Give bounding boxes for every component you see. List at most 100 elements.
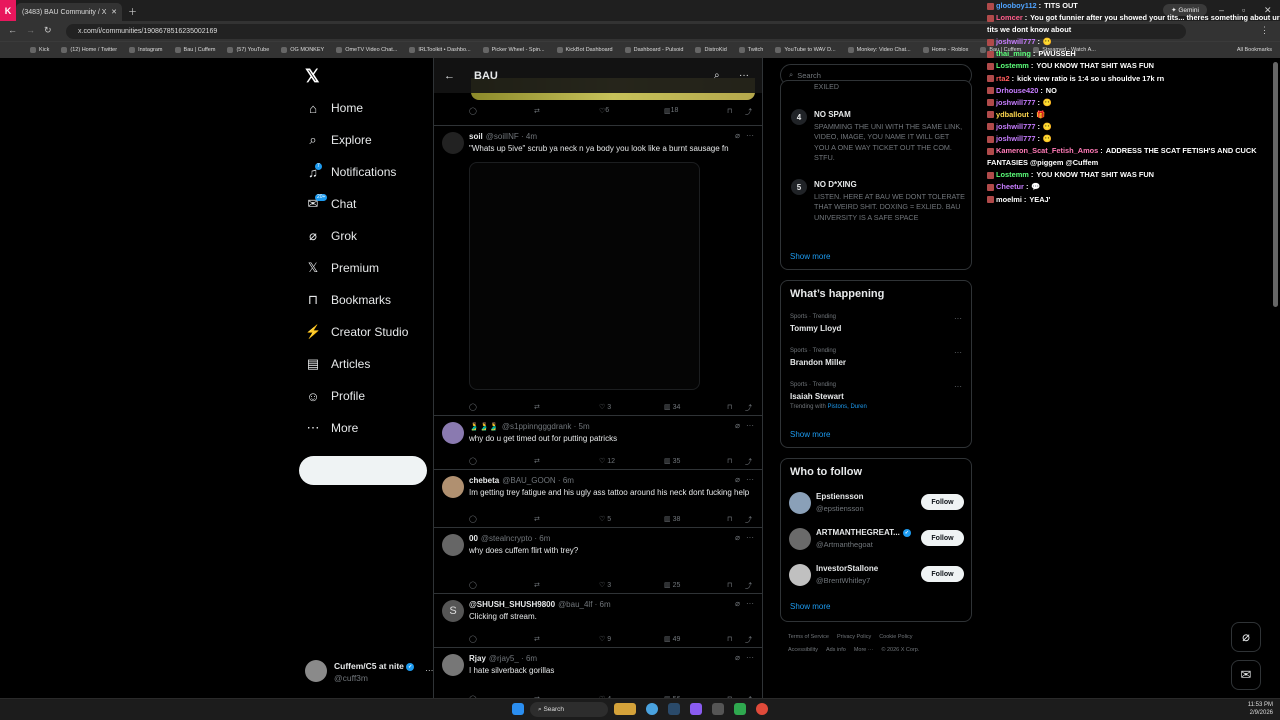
bookmark-icon[interactable]: ⊓ — [727, 515, 732, 523]
author-name[interactable]: 🫃🫃🫃 — [469, 422, 499, 431]
avatar[interactable] — [442, 654, 464, 676]
nav-item-premium[interactable]: 𝕏 Premium — [305, 256, 379, 280]
chat-username[interactable]: thai_ming — [996, 49, 1031, 58]
chat-username[interactable]: Lostemm — [996, 170, 1029, 179]
like-button[interactable]: ♡ 5 — [599, 515, 611, 523]
views-button[interactable]: ▥ 18 — [664, 107, 678, 115]
bookmark-item[interactable]: OmeTV Video Chat... — [336, 47, 397, 53]
author-name[interactable]: Rjay — [469, 654, 486, 663]
post[interactable]: S @SHUSH_SHUSH9800 @bau_4lf · 6m ⌀ ··· Clicki… — [434, 594, 762, 648]
bookmark-icon[interactable]: ⊓ — [727, 635, 732, 643]
post-media[interactable] — [469, 162, 700, 390]
more-icon[interactable]: ··· — [746, 599, 754, 608]
footer-link[interactable]: Terms of Service — [788, 634, 829, 640]
widget-icon[interactable] — [614, 703, 636, 715]
repost-icon[interactable]: ⇄ — [534, 515, 540, 523]
post-time[interactable]: 6m — [600, 600, 611, 609]
chrome-icon[interactable] — [646, 703, 658, 715]
close-tab-icon[interactable]: ✕ — [111, 8, 117, 16]
bookmark-icon[interactable]: ⊓ — [727, 107, 732, 115]
back-arrow-icon[interactable]: ← — [444, 70, 455, 82]
bookmark-item[interactable]: IRLToolkit • Dashbo... — [409, 47, 471, 53]
views-button[interactable]: ▥ 25 — [664, 581, 680, 589]
bookmark-item[interactable]: Kick — [30, 47, 49, 53]
back-icon[interactable]: ← — [8, 25, 17, 35]
forward-icon[interactable]: → — [26, 25, 35, 35]
bookmark-item[interactable]: Dashboard - Pulsoid — [624, 47, 683, 53]
account-switcher[interactable]: Cuffem/C5 at nite ✓ @cuff3m ··· — [305, 660, 435, 686]
trend-item[interactable]: Sports · Trending Brandon Miller ··· — [781, 348, 971, 380]
bookmark-item[interactable]: Picker Wheel - Spin... — [482, 47, 545, 53]
post-button[interactable] — [299, 456, 427, 485]
search-icon[interactable]: ⌕ — [714, 70, 720, 81]
nav-item-explore[interactable]: ⌕ Explore — [305, 128, 371, 152]
chat-username[interactable]: Kameron_Scat_Fetish_Amos — [996, 146, 1098, 155]
like-button[interactable]: ♡ 12 — [599, 457, 615, 465]
views-button[interactable]: ▥ 35 — [664, 457, 680, 465]
reply-icon[interactable]: ◯ — [469, 457, 477, 465]
author-name[interactable]: @SHUSH_SHUSH9800 — [469, 600, 555, 609]
steam-icon[interactable] — [668, 703, 680, 715]
footer-link[interactable]: Accessibility — [788, 647, 818, 653]
repost-icon[interactable]: ⇄ — [534, 403, 540, 411]
nav-item-bookmarks[interactable]: ⊓ Bookmarks — [305, 288, 391, 312]
grok-icon[interactable]: ⌀ — [735, 131, 740, 140]
taskbar-search[interactable]: ⌕ Search — [530, 702, 608, 717]
app-icon[interactable] — [734, 703, 746, 715]
follow-suggestion[interactable]: InvestorStallone @BrentWhitley7 Follow — [781, 563, 971, 595]
post[interactable]: soil @soilINF · 4m ⌀ ··· "Whats up 5ive" scr… — [434, 126, 762, 416]
chat-username[interactable]: joshwill777 — [996, 37, 1035, 46]
avatar[interactable] — [442, 534, 464, 556]
share-icon[interactable]: ⤴ — [745, 403, 752, 413]
messages-icon[interactable]: ✉ — [1231, 660, 1261, 690]
post-time[interactable]: 6m — [563, 476, 574, 485]
share-icon[interactable]: ⤴ — [745, 515, 752, 525]
bookmark-icon[interactable]: ⊓ — [727, 581, 732, 589]
chat-username[interactable]: Lostemm — [996, 61, 1029, 70]
more-icon[interactable]: ··· — [746, 131, 754, 140]
views-button[interactable]: ▥ 34 — [664, 403, 680, 411]
share-icon[interactable]: ⤴ — [745, 635, 752, 645]
like-button[interactable]: ♡ 3 — [599, 403, 611, 411]
nav-item-notifications[interactable]: ♫ 7 Notifications — [305, 160, 396, 184]
bookmark-item[interactable]: OG MONKEY — [281, 47, 324, 53]
reply-icon[interactable]: ◯ — [469, 515, 477, 523]
like-button[interactable]: ♡ 9 — [599, 635, 611, 643]
nav-item-home[interactable]: ⌂ Home — [305, 96, 363, 120]
grok-icon[interactable]: ⌀ — [735, 599, 740, 608]
views-button[interactable]: ▥ 38 — [664, 515, 680, 523]
grok-icon[interactable]: ⌀ — [735, 475, 740, 484]
footer-link[interactable]: More ··· — [854, 647, 874, 653]
bookmark-icon[interactable]: ⊓ — [727, 403, 732, 411]
avatar[interactable] — [442, 422, 464, 444]
new-tab-icon[interactable]: ＋ — [128, 5, 137, 18]
nav-item-chat[interactable]: ✉ 20+ Chat — [305, 192, 356, 216]
author-name[interactable]: soil — [469, 132, 483, 141]
chat-username[interactable]: joshwill777 — [996, 98, 1035, 107]
post-time[interactable]: 6m — [539, 534, 550, 543]
bookmark-item[interactable]: Bau | Cuffem — [174, 47, 215, 53]
follow-button[interactable]: Follow — [921, 494, 964, 510]
grok-icon[interactable]: ⌀ — [735, 533, 740, 542]
chat-username[interactable]: Cheetur — [996, 182, 1024, 191]
more-icon[interactable]: ··· — [739, 70, 749, 81]
share-icon[interactable]: ⤴ — [745, 457, 752, 467]
more-icon[interactable]: ··· — [954, 348, 962, 357]
nav-item-profile[interactable]: ☺ Profile — [305, 384, 365, 408]
more-icon[interactable]: ··· — [746, 475, 754, 484]
active-tab[interactable]: (3483) BAU Community / X ✕ — [16, 3, 122, 21]
grok-icon[interactable]: ⌀ — [1231, 622, 1261, 652]
show-more-link[interactable]: Show more — [790, 430, 830, 439]
bookmark-icon[interactable]: ⊓ — [727, 457, 732, 465]
trend-item[interactable]: Sports · Trending Tommy Lloyd ··· — [781, 314, 971, 346]
post[interactable]: chebeta @BAU_GOON · 6m ⌀ ··· Im getting trey… — [434, 470, 762, 528]
nav-item-articles[interactable]: ▤ Articles — [305, 352, 371, 376]
avatar[interactable] — [789, 528, 811, 550]
chat-username[interactable]: Lomcer — [996, 13, 1023, 22]
follow-button[interactable]: Follow — [921, 530, 964, 546]
bookmark-item[interactable]: Twitch — [738, 47, 763, 53]
author-name[interactable]: 00 — [469, 534, 478, 543]
nav-item-creator-studio[interactable]: ⚡ Creator Studio — [305, 320, 408, 344]
bookmark-item[interactable]: YouTube to WAV D... — [775, 47, 836, 53]
chat-username[interactable]: glooboy112 — [996, 1, 1037, 10]
